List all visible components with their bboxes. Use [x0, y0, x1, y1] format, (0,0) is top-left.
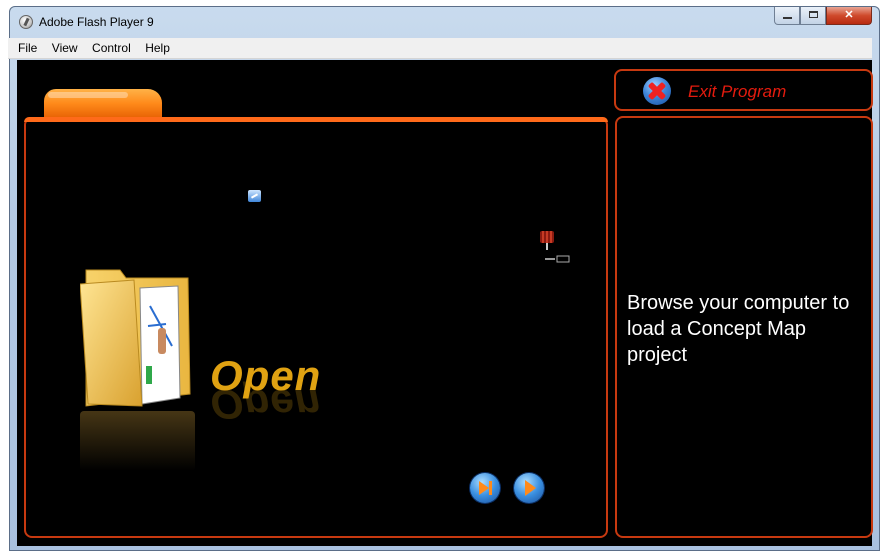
close-button[interactable]: ✕: [826, 7, 872, 25]
title-bar[interactable]: Adobe Flash Player 9 ✕: [9, 6, 880, 36]
skip-forward-button[interactable]: [470, 473, 500, 503]
menu-file[interactable]: File: [8, 38, 42, 55]
exit-x-icon: [643, 77, 671, 105]
flash-player-icon: [19, 15, 33, 29]
menu-control[interactable]: Control: [87, 38, 136, 55]
window-controls: ✕: [774, 7, 872, 25]
info-panel: Browse your computer to load a Concept M…: [615, 116, 873, 538]
menu-bar: File View Control Help: [8, 38, 872, 59]
play-button[interactable]: [514, 473, 544, 503]
minimize-icon: [783, 17, 792, 19]
exit-program-label: Exit Program: [688, 82, 787, 101]
close-icon: ✕: [844, 9, 854, 21]
maximize-button[interactable]: [800, 7, 826, 25]
skip-forward-icon: [479, 481, 492, 495]
open-label-reflection: Open: [210, 381, 322, 428]
minimize-button[interactable]: [774, 7, 800, 25]
folder-reflection: [80, 411, 195, 471]
menu-view[interactable]: View: [47, 38, 83, 55]
lamp-icon: [540, 231, 554, 250]
small-edit-icon: [248, 190, 261, 202]
maximize-icon: [809, 11, 818, 18]
exit-program-button[interactable]: Exit Program: [614, 69, 873, 111]
info-text: Browse your computer to load a Concept M…: [627, 292, 850, 366]
play-icon: [525, 480, 536, 496]
window-title: Adobe Flash Player 9: [39, 15, 154, 29]
connector-icon: [545, 255, 570, 263]
folder-icon[interactable]: [80, 266, 195, 411]
menu-help[interactable]: Help: [140, 38, 175, 55]
